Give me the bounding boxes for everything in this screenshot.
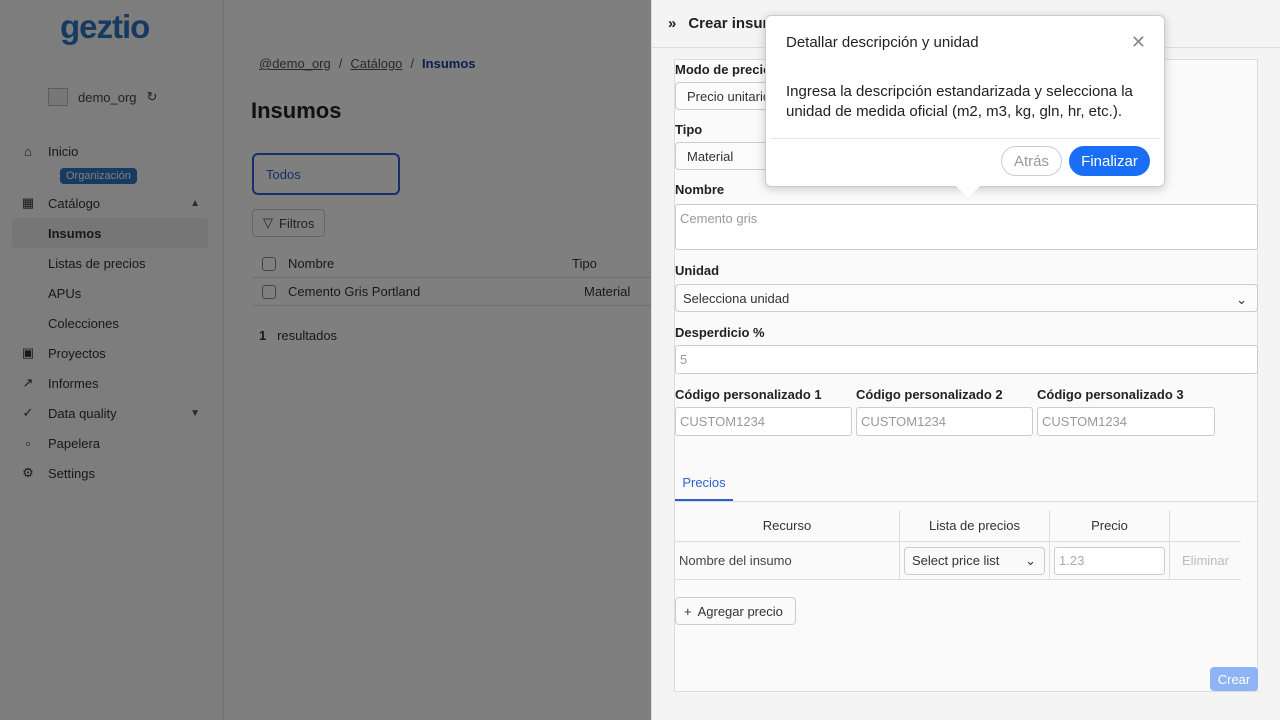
price-list-select[interactable]: Select price list ⌄ xyxy=(904,546,1045,575)
price-input[interactable]: 1.23 xyxy=(1054,546,1165,575)
column-actions xyxy=(1170,510,1241,541)
price-list-value: Select price list xyxy=(912,553,1000,568)
label-tipo: Tipo xyxy=(675,122,703,137)
label-cod1: Código personalizado 1 xyxy=(675,387,822,402)
add-price-label: Agregar precio xyxy=(697,603,783,619)
column-recurso: Recurso xyxy=(675,510,900,541)
unidad-select[interactable]: Selecciona unidad ⌄ xyxy=(675,284,1258,312)
tab-precios[interactable]: Precios xyxy=(675,466,733,501)
prices-header: Recurso Lista de precios Precio xyxy=(675,510,1241,542)
popover-body: Ingresa la descripción estandarizada y s… xyxy=(786,83,1133,120)
label-modo: Modo de precio xyxy=(675,62,772,77)
column-precio: Precio xyxy=(1050,510,1170,541)
collapse-drawer-icon[interactable]: » xyxy=(668,15,676,32)
plus-icon: + xyxy=(684,603,692,619)
popover-title: Detallar descripción y unidad xyxy=(786,34,979,51)
price-row: Nombre del insumo Select price list ⌄ 1.2… xyxy=(675,542,1241,580)
label-unidad: Unidad xyxy=(675,263,720,278)
chevron-down-icon: ⌄ xyxy=(1236,292,1247,307)
cod2-input[interactable]: CUSTOM1234 xyxy=(856,407,1033,436)
finish-button[interactable]: Finalizar xyxy=(1069,146,1150,176)
cell-precio: 1.23 xyxy=(1050,542,1170,579)
unidad-value: Selecciona unidad xyxy=(683,290,790,306)
delete-price-button[interactable]: Eliminar xyxy=(1170,542,1241,579)
desperdicio-input[interactable]: 5 xyxy=(675,345,1258,374)
cell-recurso: Nombre del insumo xyxy=(675,542,900,579)
popover-footer-divider xyxy=(770,138,1160,139)
add-price-button[interactable]: + Agregar precio xyxy=(675,597,796,625)
cell-lista: Select price list ⌄ xyxy=(900,542,1050,579)
label-desperdicio: Desperdicio % xyxy=(675,325,765,340)
cod3-input[interactable]: CUSTOM1234 xyxy=(1037,407,1215,436)
label-cod3: Código personalizado 3 xyxy=(1037,387,1184,402)
create-button[interactable]: Crear xyxy=(1210,667,1258,691)
nombre-input[interactable]: Cemento gris xyxy=(675,204,1258,250)
close-icon[interactable]: ✕ xyxy=(1131,32,1146,53)
cod1-input[interactable]: CUSTOM1234 xyxy=(675,407,852,436)
back-button[interactable]: Atrás xyxy=(1001,146,1062,176)
app-root: geztio demo_org ↻ ⌂Inicio Organización ▦… xyxy=(0,0,1280,720)
tab-divider xyxy=(675,501,1259,502)
column-lista: Lista de precios xyxy=(900,510,1050,541)
chevron-down-icon: ⌄ xyxy=(1025,552,1036,568)
prices-table: Recurso Lista de precios Precio Nombre d… xyxy=(675,510,1241,580)
label-nombre: Nombre xyxy=(675,182,725,197)
popover-arrow xyxy=(956,186,980,198)
label-cod2: Código personalizado 2 xyxy=(856,387,1003,402)
tour-popover: Detallar descripción y unidad ✕ Ingresa … xyxy=(765,15,1165,198)
